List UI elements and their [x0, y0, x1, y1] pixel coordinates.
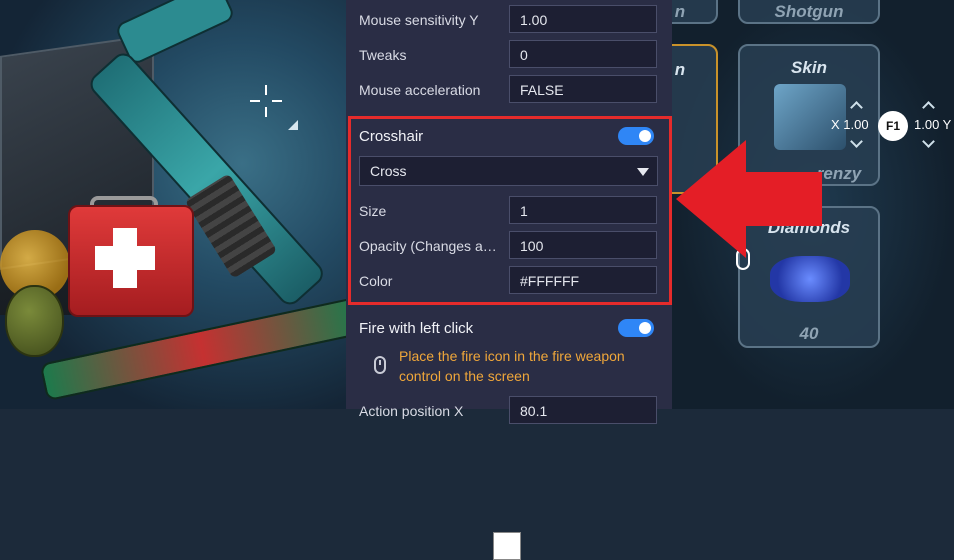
tile-label: Shotgun — [774, 2, 844, 21]
f1-key-button[interactable]: F1 — [878, 111, 908, 141]
rifle-stock-image — [114, 0, 236, 67]
game-scene-left — [0, 0, 346, 409]
setting-label: Tweaks — [359, 47, 407, 63]
mouse-acceleration-input[interactable]: FALSE — [509, 75, 657, 103]
setting-row-mouse-sensitivity-y: Mouse sensitivity Y 1.00 — [359, 5, 659, 35]
setting-row-tweaks: Tweaks 0 — [359, 40, 659, 70]
grenade-image — [5, 285, 64, 357]
setting-label: Action position X — [359, 403, 464, 419]
scale-x-label: X 1.00 — [831, 117, 869, 132]
mouse-sensitivity-y-input[interactable]: 1.00 — [509, 5, 657, 33]
color-swatch[interactable] — [493, 532, 521, 560]
fire-section-title: Fire with left click — [359, 320, 474, 337]
crosshair-preview-icon[interactable] — [250, 85, 282, 117]
resize-handle-icon[interactable] — [288, 120, 298, 130]
setting-label: Mouse sensitivity Y — [359, 12, 479, 28]
tile-label: Skin — [791, 58, 827, 77]
fire-hint-text: Place the fire icon in the fire weapon c… — [399, 348, 625, 384]
action-position-x-input[interactable]: 80.1 — [509, 396, 657, 424]
tile-label: n — [674, 2, 686, 21]
fire-left-click-toggle[interactable] — [618, 319, 654, 337]
tile-top-left: n — [672, 0, 718, 24]
diamonds-image — [770, 256, 850, 302]
setting-row-action-position-x: Action position X 80.1 — [359, 396, 659, 426]
scale-y-label: 1.00 Y — [914, 117, 952, 132]
tile-value: 40 — [799, 324, 819, 343]
mouse-icon — [374, 356, 386, 374]
tile-label: n — [674, 60, 686, 79]
red-arrow-icon — [676, 140, 822, 258]
tweaks-input[interactable]: 0 — [509, 40, 657, 68]
medkit-cross-image — [95, 246, 155, 270]
tile-shotgun: Shotgun — [738, 0, 880, 24]
setting-row-mouse-acceleration: Mouse acceleration FALSE — [359, 75, 659, 105]
setting-label: Mouse acceleration — [359, 82, 481, 98]
crosshair-highlight-box — [348, 116, 672, 305]
